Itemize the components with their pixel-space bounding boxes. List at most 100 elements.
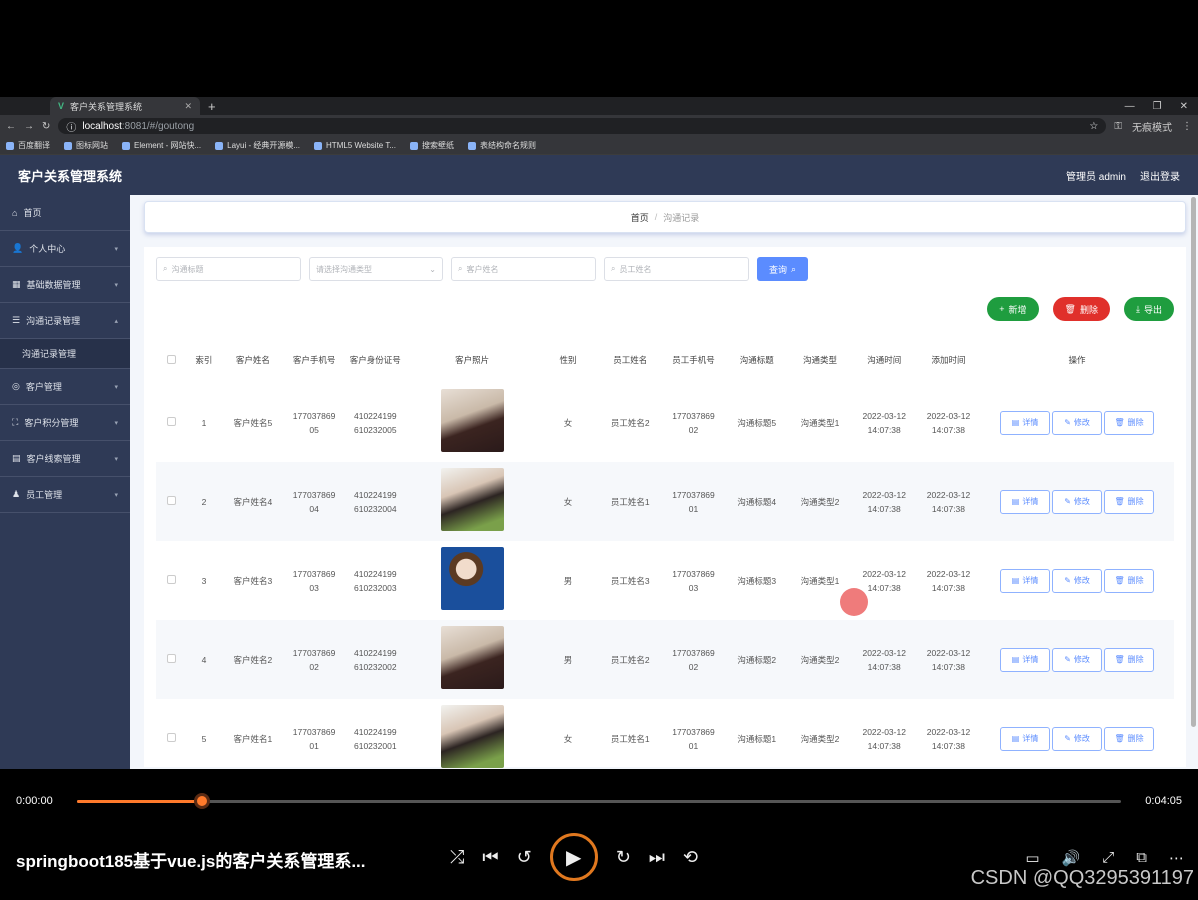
- export-button[interactable]: ⤓ 导出: [1124, 297, 1174, 321]
- new-tab-button[interactable]: +: [208, 99, 216, 114]
- sidebar-subitem-communication[interactable]: 沟通记录管理: [0, 339, 130, 369]
- main-content: 首页 / 沟通记录 ⌕ 沟通标题 请选择沟通类型 ⌄ ⌕ 客户姓名 ⌕ 员工姓名 查询 ⌕…: [130, 195, 1198, 769]
- bookmark-item[interactable]: Layui - 经典开源模...: [215, 140, 300, 151]
- edit-button[interactable]: ✎ 修改: [1052, 647, 1103, 672]
- sidebar-item-home[interactable]: ⌂ 首页: [0, 195, 130, 231]
- bookmark-item[interactable]: 搜索壁纸: [409, 140, 454, 151]
- bookmark-item[interactable]: HTML5 Website T...: [314, 141, 396, 150]
- pencil-icon: ✎: [1064, 496, 1071, 506]
- sidebar: ⌂ 首页 👤 个人中心 ▾ ▦ 基础数据管理 ▾ ☰ 沟通记录管理 ▴ 沟通记录管理 ◎ 客户管…: [0, 195, 130, 769]
- sidebar-item-customers[interactable]: ◎ 客户管理 ▾: [0, 369, 130, 405]
- edit-button[interactable]: ✎ 修改: [1052, 489, 1103, 514]
- edit-button[interactable]: ✎ 修改: [1052, 410, 1103, 435]
- maximize-icon[interactable]: ❐: [1153, 101, 1162, 112]
- add-button[interactable]: + 新增: [987, 297, 1039, 321]
- row-delete-button[interactable]: 🗑 删除: [1104, 568, 1155, 593]
- row-delete-button[interactable]: 🗑 删除: [1104, 726, 1155, 751]
- sidebar-item-leads[interactable]: ▤ 客户线索管理 ▾: [0, 441, 130, 477]
- row-checkbox[interactable]: [166, 653, 176, 663]
- vue-favicon-icon: V: [58, 101, 65, 111]
- sidebar-item-points[interactable]: ⛶ 客户积分管理 ▾: [0, 405, 130, 441]
- row-delete-button[interactable]: 🗑 删除: [1104, 410, 1155, 435]
- next-icon[interactable]: ⏭: [649, 847, 665, 868]
- sidebar-item-staff[interactable]: ♟ 员工管理 ▾: [0, 477, 130, 513]
- cell-staff-name: 员工姓名1: [610, 733, 650, 744]
- row-checkbox[interactable]: [166, 732, 176, 742]
- sidebar-item-personal[interactable]: 👤 个人中心 ▾: [0, 231, 130, 267]
- query-button[interactable]: 查询 ⌕: [757, 257, 809, 281]
- cell-add-time: 2022-03-12 14:07:38: [916, 462, 981, 541]
- pencil-icon: ✎: [1064, 417, 1071, 427]
- detail-button[interactable]: ▤ 详情: [1000, 489, 1051, 514]
- seek-handle[interactable]: [194, 792, 211, 809]
- cell-gender: 女: [563, 733, 573, 744]
- repeat-icon[interactable]: ⟲: [683, 847, 698, 868]
- delete-button[interactable]: 🗑 删除: [1052, 297, 1110, 321]
- row-delete-button[interactable]: 🗑 删除: [1104, 647, 1155, 672]
- breadcrumb-home[interactable]: 首页: [631, 211, 649, 224]
- edit-button[interactable]: ✎ 修改: [1052, 568, 1103, 593]
- tab-title: 客户关系管理系统: [70, 101, 143, 112]
- column-header: 客户照片: [455, 355, 490, 365]
- sidebar-item-basic-data[interactable]: ▦ 基础数据管理 ▾: [0, 267, 130, 303]
- detail-button[interactable]: ▤ 详情: [1000, 410, 1051, 435]
- detail-button[interactable]: ▤ 详情: [1000, 726, 1051, 751]
- previous-icon[interactable]: ⏮: [482, 847, 498, 868]
- detail-button[interactable]: ▤ 详情: [1000, 568, 1051, 593]
- subtitles-icon[interactable]: ▭: [1025, 849, 1039, 867]
- type-select[interactable]: 请选择沟通类型 ⌄: [309, 257, 443, 281]
- incognito-label[interactable]: 无痕模式: [1132, 119, 1172, 134]
- fullscreen-icon[interactable]: ⤢: [1102, 849, 1114, 867]
- row-checkbox[interactable]: [166, 495, 176, 505]
- browser-tab[interactable]: V 客户关系管理系统 ✕: [50, 97, 200, 115]
- seek-bar[interactable]: [77, 792, 1121, 809]
- table-row: 4 客户姓名2 177037869 02 410224199 610232002 男员工姓名…: [156, 620, 1174, 699]
- cell-customer-name: 客户姓名5: [233, 417, 273, 428]
- rewind-10-icon[interactable]: ↺: [517, 847, 532, 868]
- column-header: 添加时间: [931, 355, 966, 365]
- key-icon[interactable]: ⚿: [1114, 121, 1122, 132]
- customer-search-input[interactable]: ⌕ 客户姓名: [451, 257, 596, 281]
- cell-comm-time: 2022-03-12 14:07:38: [851, 620, 917, 699]
- pip-icon[interactable]: ⧉: [1136, 849, 1147, 867]
- reload-icon[interactable]: ↻: [42, 121, 50, 132]
- forward-30-icon[interactable]: ↻: [616, 847, 631, 868]
- back-icon[interactable]: ←: [6, 121, 16, 132]
- url-field[interactable]: ⓘ localhost:8081/#/goutong ☆: [58, 118, 1107, 134]
- more-icon[interactable]: ⋯: [1169, 849, 1184, 867]
- bookmark-item[interactable]: 百度翻译: [6, 140, 50, 151]
- edit-button[interactable]: ✎ 修改: [1052, 726, 1103, 751]
- menu-icon[interactable]: ⋮: [1182, 121, 1192, 132]
- cell-photo: [407, 541, 538, 620]
- sidebar-item-communication[interactable]: ☰ 沟通记录管理 ▴: [0, 303, 130, 339]
- bookmark-star-icon[interactable]: ☆: [1089, 121, 1098, 132]
- breadcrumb: 首页 / 沟通记录: [144, 201, 1186, 233]
- row-checkbox[interactable]: [166, 574, 176, 584]
- bookmark-item[interactable]: 图标网站: [64, 140, 108, 151]
- close-window-icon[interactable]: ✕: [1180, 101, 1188, 112]
- shuffle-icon[interactable]: ⤮: [450, 847, 464, 868]
- screen: V 客户关系管理系统 ✕ + — ❐ ✕ ← → ↻ ⓘ localhost:8…: [0, 0, 1198, 900]
- logout-link[interactable]: 退出登录: [1140, 168, 1180, 183]
- bookmarks-bar: 百度翻译 图标网站 Element - 网站快... Layui - 经典开源模…: [0, 137, 1198, 155]
- playback-controls: ⤮ ⏮ ↺ ▶ ↻ ⏭ ⟲: [450, 833, 698, 881]
- minimize-icon[interactable]: —: [1125, 101, 1135, 112]
- column-header: 性别: [559, 355, 577, 365]
- select-all-checkbox[interactable]: [166, 354, 176, 364]
- volume-icon[interactable]: 🔊: [1062, 849, 1081, 867]
- forward-icon[interactable]: →: [24, 121, 34, 132]
- row-checkbox[interactable]: [166, 416, 176, 426]
- play-button[interactable]: ▶: [549, 833, 598, 881]
- cell-customer-name: 客户姓名2: [221, 620, 285, 699]
- title-search-input[interactable]: ⌕ 沟通标题: [156, 257, 301, 281]
- table-row: 2 客户姓名4 177037869 04 410224199 610232004 女员工姓名…: [156, 462, 1174, 541]
- bookmark-item[interactable]: 表结构命名规则: [467, 140, 536, 151]
- bookmark-item[interactable]: Element - 网站快...: [122, 140, 201, 151]
- tab-close-icon[interactable]: ✕: [184, 101, 192, 112]
- page-scrollbar[interactable]: [1191, 197, 1196, 727]
- staff-search-input[interactable]: ⌕ 员工姓名: [604, 257, 749, 281]
- row-delete-button[interactable]: 🗑 删除: [1104, 489, 1155, 514]
- chevron-down-icon: ▾: [114, 491, 118, 499]
- detail-button[interactable]: ▤ 详情: [1000, 647, 1051, 672]
- cell-staff-phone: 177037869 03: [672, 568, 715, 593]
